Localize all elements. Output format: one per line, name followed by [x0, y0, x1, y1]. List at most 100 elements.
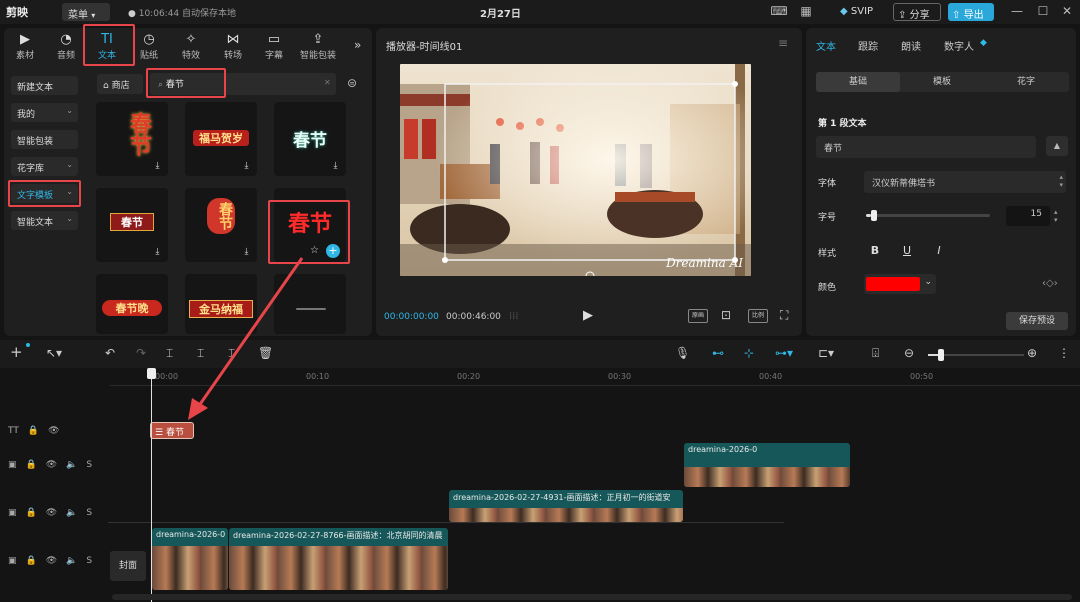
size-input[interactable]: 15 [1006, 206, 1050, 226]
video-clip[interactable]: dreamina-2026-0 [684, 443, 850, 487]
segment-template[interactable]: 模板 [900, 72, 984, 92]
tab-effects[interactable]: ✧ 特效 [172, 32, 210, 62]
color-picker[interactable]: ⌄ [864, 274, 936, 294]
font-select[interactable]: 汉仪新蒂佛塔书 ▴ ▾ [864, 171, 1066, 193]
export-button[interactable]: ⇧ 导出 [948, 3, 994, 21]
close-icon[interactable]: ✕ [1058, 4, 1076, 20]
add-track-icon[interactable]: + [10, 343, 23, 361]
sidebar-mine[interactable]: 我的 ⌄ [11, 103, 78, 122]
template-item[interactable]: 春节 ⤓ [274, 102, 346, 176]
template-item[interactable]: 春节晚 [96, 274, 168, 334]
volume-icon[interactable]: 🔈 [66, 556, 77, 566]
lock-icon[interactable]: 🔒 [28, 426, 39, 436]
template-item[interactable]: 春节 ⤓ [185, 188, 257, 262]
keyframe-icon[interactable]: ‹◇› [1042, 278, 1058, 289]
filter-icon[interactable]: ⊜ [347, 76, 357, 90]
video-preview[interactable]: Dreamina AI [400, 64, 751, 276]
bold-button[interactable]: B [866, 242, 884, 260]
tab-read-aloud[interactable]: 朗读 [901, 38, 921, 53]
store-button[interactable]: ⌂ 商店 [97, 74, 143, 94]
screen-icon[interactable]: ⌹ [872, 346, 879, 361]
template-item[interactable]: 春节 ⤓ [96, 188, 168, 262]
menu-button[interactable]: 菜单 ▾ [62, 3, 110, 21]
keyboard-icon[interactable]: ⌨ [770, 4, 788, 20]
download-icon[interactable]: ⤓ [330, 161, 341, 172]
main-track-magnet-icon[interactable]: ⊶▾ [775, 346, 793, 360]
time-ruler[interactable]: 00:00 00:10 00:20 00:30 00:40 00:50 [110, 368, 1080, 386]
segment-flower-text[interactable]: 花字 [984, 72, 1068, 92]
snap-icon[interactable]: ⊹ [744, 346, 754, 360]
cover-button[interactable]: 封面 [110, 551, 146, 581]
tab-media[interactable]: ▶ 素材 [6, 32, 44, 62]
share-button[interactable]: ⇪ 分享 [893, 3, 941, 21]
tab-text-props[interactable]: 文本 [816, 38, 836, 53]
zoom-in-icon[interactable]: ⊕ [1027, 346, 1037, 360]
template-item[interactable]: 金马纳福 [185, 274, 257, 334]
solo-icon[interactable]: S [86, 556, 92, 566]
solo-icon[interactable]: S [86, 460, 92, 470]
sidebar-flower-text[interactable]: 花字库 ⌄ [11, 157, 78, 176]
preview-axis-icon[interactable]: ⊏▾ [818, 346, 834, 360]
tab-smart-pack[interactable]: ⇪ 智能包装 [296, 32, 340, 62]
sidebar-smart-text[interactable]: 智能文本 ⌄ [11, 211, 78, 230]
split-left-icon[interactable]: ⌶ [197, 346, 204, 361]
maximize-icon[interactable]: ☐ [1034, 4, 1052, 20]
template-item[interactable] [274, 274, 346, 334]
download-icon[interactable]: ⤓ [241, 247, 252, 258]
timeline-grid-icon[interactable]: ⁞⁞⁞ [509, 311, 519, 322]
eye-icon[interactable]: 👁 [48, 426, 59, 436]
delete-icon[interactable]: 🗑 [258, 346, 273, 360]
link-clips-icon[interactable]: ⊷ [712, 346, 724, 360]
eye-icon[interactable]: 👁 [46, 556, 57, 566]
volume-icon[interactable]: 🔈 [66, 460, 77, 470]
lock-icon[interactable]: 🔒 [26, 508, 37, 518]
download-icon[interactable]: ⤓ [152, 161, 163, 172]
select-tool-icon[interactable]: ↖▾ [46, 346, 62, 360]
horizontal-scrollbar[interactable] [112, 594, 1072, 600]
size-slider-handle[interactable] [870, 210, 877, 221]
eye-icon[interactable]: 👁 [46, 460, 57, 470]
segment-basic[interactable]: 基础 [816, 72, 900, 92]
svip-button[interactable]: ◆ SVIP [838, 3, 886, 21]
screenshot-icon[interactable]: ⊡ [721, 308, 731, 322]
playhead[interactable] [151, 368, 152, 602]
play-button[interactable]: ▶ [583, 308, 593, 323]
lock-icon[interactable]: 🔒 [26, 460, 37, 470]
tab-subtitle[interactable]: ▭ 字幕 [255, 32, 293, 62]
original-button[interactable]: 原画 [688, 309, 708, 323]
tab-digital-human[interactable]: 数字人 [944, 38, 974, 53]
solo-icon[interactable]: S [86, 508, 92, 518]
size-slider[interactable] [866, 210, 990, 221]
more-tabs-icon[interactable]: » [354, 38, 361, 52]
template-item[interactable]: 福马贺岁 ⤓ [185, 102, 257, 176]
sidebar-new-text[interactable]: 新建文本 [11, 76, 78, 95]
menu-icon[interactable]: ≡ [778, 36, 788, 50]
fullscreen-icon[interactable]: ⛶ [780, 308, 788, 323]
playhead-handle[interactable] [147, 368, 156, 379]
clear-search-icon[interactable]: ✕ [324, 78, 331, 87]
tab-tracking[interactable]: 跟踪 [858, 38, 878, 53]
text-content-field[interactable]: 春节 [816, 136, 1036, 158]
layout-icon[interactable]: ▦ [797, 4, 815, 20]
undo-icon[interactable]: ↶ [105, 346, 115, 360]
more-icon[interactable]: ⋮ [1058, 346, 1070, 360]
collapse-icon[interactable]: ▲ [1046, 136, 1068, 156]
download-icon[interactable]: ⤓ [241, 161, 252, 172]
timeline[interactable]: 00:00 00:10 00:20 00:30 00:40 00:50 TT 🔒 👁… [0, 368, 1080, 602]
main-video-clip[interactable]: dreamina-2026-0 [152, 528, 228, 590]
italic-button[interactable]: I [930, 242, 948, 260]
template-item[interactable]: 春节 ⤓ [96, 102, 168, 176]
split-icon[interactable]: ⌶ [166, 346, 173, 361]
text-clip[interactable]: ☰ 春节 [150, 422, 194, 439]
microphone-icon[interactable]: 🎙 [675, 346, 690, 360]
redo-icon[interactable]: ↷ [136, 346, 146, 360]
zoom-slider-handle[interactable] [938, 349, 944, 361]
split-right-icon[interactable]: ⌶ [228, 346, 235, 361]
zoom-slider[interactable] [928, 349, 1024, 361]
main-video-clip[interactable]: dreamina-2026-02-27-8766-画面描述：北京胡同的清晨 [229, 528, 448, 590]
lock-icon[interactable]: 🔒 [26, 556, 37, 566]
volume-icon[interactable]: 🔈 [66, 508, 77, 518]
tab-audio[interactable]: ◔ 音频 [47, 32, 85, 62]
size-stepper-icon[interactable]: ▴ ▾ [1054, 208, 1058, 224]
minimize-icon[interactable]: — [1008, 4, 1026, 20]
